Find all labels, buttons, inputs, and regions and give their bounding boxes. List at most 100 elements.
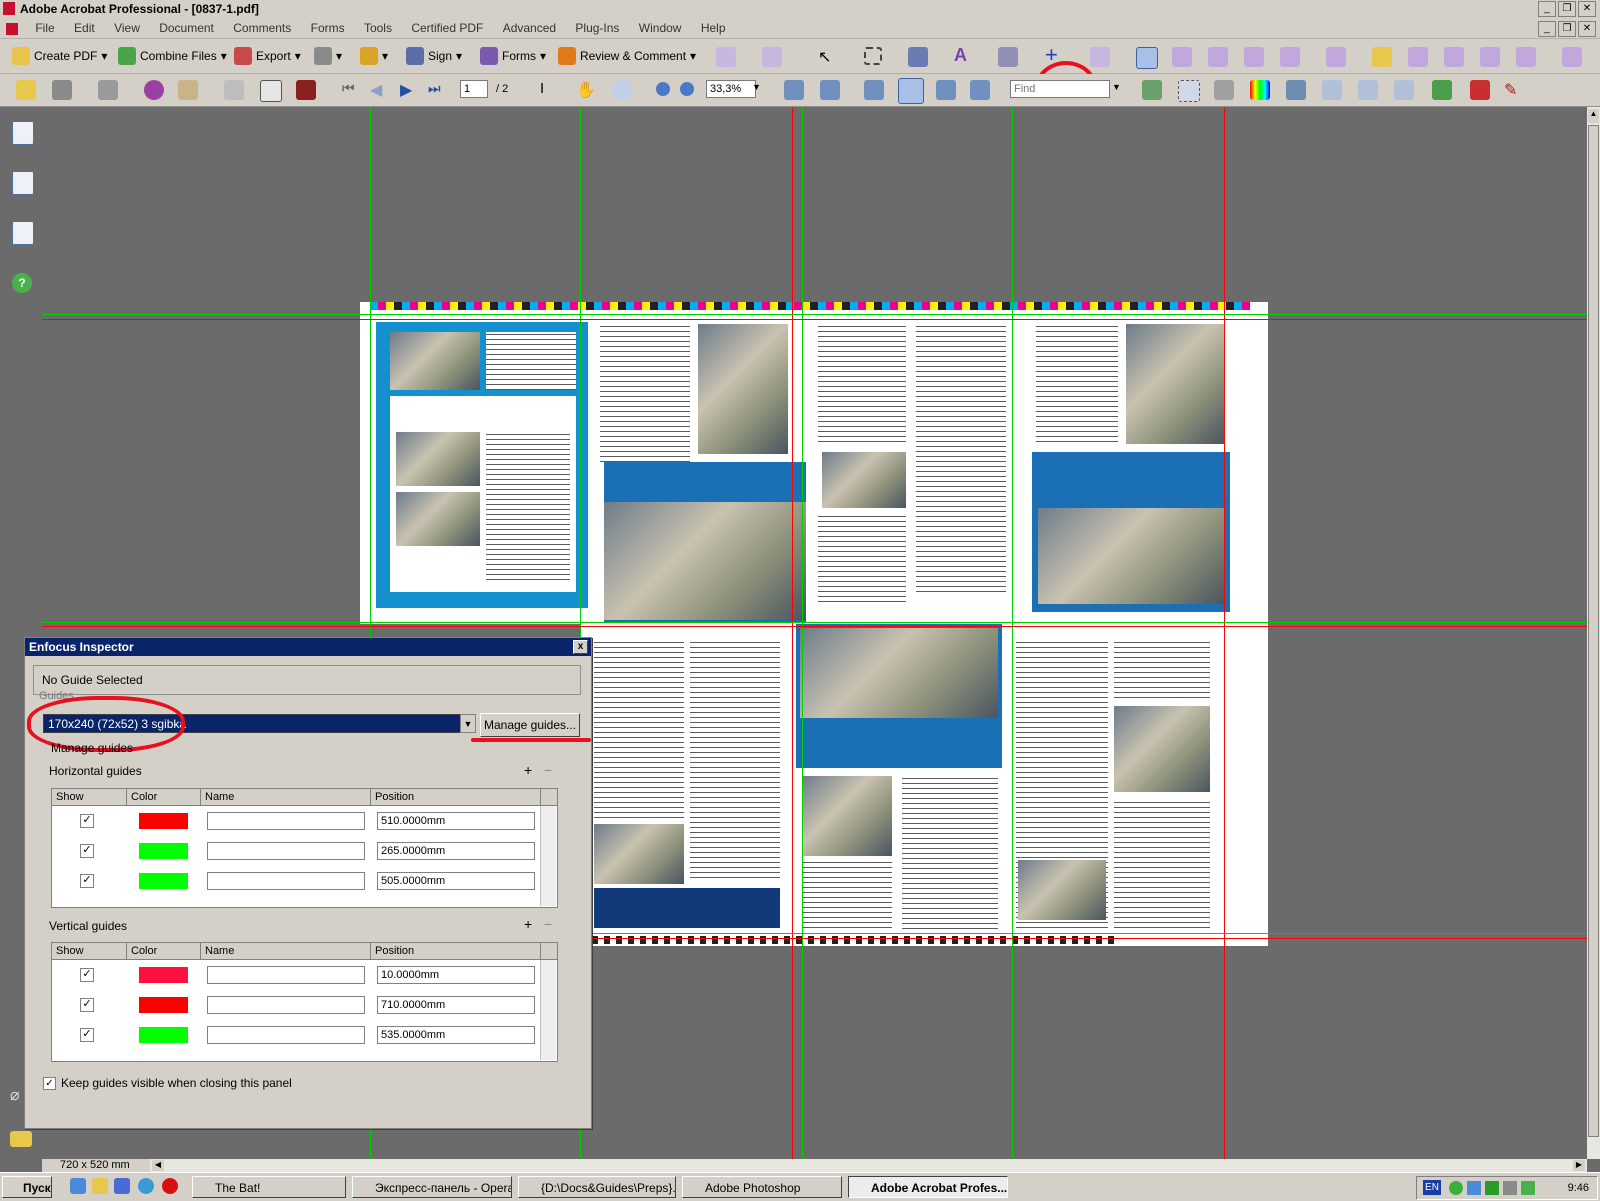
page-number-input[interactable] — [460, 80, 488, 98]
acrobat-red-icon[interactable] — [1470, 80, 1490, 100]
last-page-icon[interactable]: ⏭ — [428, 80, 448, 100]
transform-icon[interactable] — [1322, 80, 1342, 100]
organizer-icon[interactable] — [144, 80, 164, 100]
doc-close-button[interactable]: ✕ — [1578, 21, 1596, 37]
horizontal-guide-row[interactable]: ✓ 505.0000mm — [52, 866, 557, 896]
pitstop-icon-9[interactable] — [1516, 47, 1536, 67]
col-position[interactable]: Position — [371, 943, 541, 959]
pitstop-icon-8[interactable] — [1480, 47, 1500, 67]
horizontal-guide-row[interactable]: ✓ 265.0000mm — [52, 836, 557, 866]
document-icon[interactable] — [6, 22, 18, 35]
minimize-button[interactable]: _ — [1538, 1, 1556, 17]
pitstop-icon-4[interactable] — [1280, 47, 1300, 67]
measure-icon[interactable] — [1358, 80, 1378, 100]
guide-color-swatch[interactable] — [139, 1027, 188, 1043]
pitstop-icon-6[interactable] — [1408, 47, 1428, 67]
menu-advanced[interactable]: Advanced — [495, 18, 564, 38]
help-icon[interactable]: ? — [12, 273, 32, 293]
continuous-icon[interactable] — [898, 78, 924, 104]
task-opera[interactable]: Экспресс-панель - Opera — [352, 1176, 512, 1198]
ink-icon[interactable] — [1214, 80, 1234, 100]
add-horizontal-guide-button[interactable]: + — [524, 762, 532, 778]
menu-view[interactable]: View — [106, 18, 148, 38]
horizontal-guide[interactable] — [42, 314, 1587, 315]
signatures-icon[interactable] — [12, 221, 34, 245]
stamp-icon[interactable] — [762, 47, 782, 67]
zoom-icon[interactable] — [612, 80, 632, 100]
menu-forms[interactable]: Forms — [303, 18, 353, 38]
vertical-guide-row[interactable]: ✓ 710.0000mm — [52, 990, 557, 1020]
fit-page-icon[interactable] — [820, 80, 840, 100]
vertical-guide[interactable] — [802, 107, 803, 1159]
print-icon[interactable] — [52, 80, 72, 100]
tray-shield-icon[interactable] — [1485, 1181, 1499, 1195]
email-icon[interactable] — [260, 80, 282, 102]
scroll-right-icon[interactable]: ▶ — [1573, 1160, 1585, 1171]
actual-size-icon[interactable] — [784, 80, 804, 100]
menu-certified-pdf[interactable]: Certified PDF — [403, 18, 491, 38]
preset-dropdown-arrow[interactable]: ▼ — [460, 714, 476, 733]
show-guide-checkbox[interactable]: ✓ — [80, 874, 94, 888]
col-show[interactable]: Show — [52, 943, 127, 959]
tray-volume-icon[interactable] — [1503, 1181, 1517, 1195]
lock-button[interactable]: ▾ — [360, 45, 388, 67]
show-guide-checkbox[interactable]: ✓ — [80, 968, 94, 982]
inspector-titlebar[interactable]: Enfocus Inspector x — [25, 638, 591, 656]
language-indicator[interactable]: EN — [1423, 1180, 1441, 1195]
menu-document[interactable]: Document — [151, 18, 222, 38]
guide-color-swatch[interactable] — [139, 967, 188, 983]
col-name[interactable]: Name — [201, 789, 371, 805]
show-guide-checkbox[interactable]: ✓ — [80, 998, 94, 1012]
crop-icon[interactable] — [1142, 80, 1162, 100]
doc-minimize-button[interactable]: _ — [1538, 21, 1556, 37]
facing-icon[interactable] — [936, 80, 956, 100]
guide-color-swatch[interactable] — [139, 997, 188, 1013]
menu-plugins[interactable]: Plug-Ins — [567, 18, 627, 38]
download-icon[interactable] — [1432, 80, 1452, 100]
prev-page-icon[interactable]: ◀ — [370, 80, 390, 100]
remove-horizontal-guide-button[interactable]: − — [544, 762, 552, 778]
first-page-icon[interactable]: ⏮ — [342, 80, 362, 100]
inspector-icon[interactable] — [1136, 47, 1158, 69]
continuous-facing-icon[interactable] — [970, 80, 990, 100]
vertical-guide[interactable] — [1224, 107, 1225, 1159]
show-guide-checkbox[interactable]: ✓ — [80, 844, 94, 858]
touchup-object-icon[interactable] — [998, 47, 1018, 67]
comment-icon[interactable] — [10, 1131, 32, 1147]
zoom-in-icon[interactable] — [680, 82, 694, 96]
show-guide-checkbox[interactable]: ✓ — [80, 814, 94, 828]
menu-edit[interactable]: Edit — [66, 18, 103, 38]
pdf-icon[interactable] — [296, 80, 316, 100]
pitstop-icon-3[interactable] — [1244, 47, 1264, 67]
edit-text-icon[interactable] — [1394, 80, 1414, 100]
pitstop-icon-5[interactable] — [1326, 47, 1346, 67]
scroll-left-icon[interactable]: ◀ — [152, 1160, 164, 1171]
text-touchup-icon[interactable]: A — [954, 45, 974, 65]
pitstop-icon-10[interactable] — [1562, 47, 1582, 67]
select-page-icon[interactable] — [1178, 80, 1200, 102]
menu-tools[interactable]: Tools — [356, 18, 400, 38]
menu-file[interactable]: File — [27, 18, 62, 38]
guide-name-field[interactable] — [207, 872, 365, 890]
horizontal-guide-row[interactable]: ✓ 510.0000mm — [52, 806, 557, 836]
col-color[interactable]: Color — [127, 789, 201, 805]
select-arrow-icon[interactable]: ↖ — [818, 47, 838, 67]
guide-color-swatch[interactable] — [139, 813, 188, 829]
find-dropdown-arrow[interactable]: ▼ — [1112, 82, 1121, 92]
add-vertical-guide-button[interactable]: + — [524, 916, 532, 932]
remove-vertical-guide-button[interactable]: − — [544, 916, 552, 932]
create-pdf-button[interactable]: Create PDF ▾ — [12, 45, 107, 67]
single-page-icon[interactable] — [864, 80, 884, 100]
pin-icon[interactable]: ✎ — [1504, 80, 1524, 100]
properties-icon[interactable] — [98, 80, 118, 100]
guide-name-field[interactable] — [207, 842, 365, 860]
tray-network-icon[interactable] — [1467, 1181, 1481, 1195]
pitstop-icon-1[interactable] — [1172, 47, 1192, 67]
hand-icon[interactable]: ✋ — [576, 80, 596, 100]
pitstop-icon-2[interactable] — [1208, 47, 1228, 67]
guide-position-field[interactable]: 505.0000mm — [377, 872, 535, 890]
guide-position-field[interactable]: 10.0000mm — [377, 966, 535, 984]
task-the-bat[interactable]: The Bat! — [192, 1176, 346, 1198]
guide-name-field[interactable] — [207, 966, 365, 984]
quicklaunch-ie-icon[interactable] — [70, 1178, 86, 1194]
